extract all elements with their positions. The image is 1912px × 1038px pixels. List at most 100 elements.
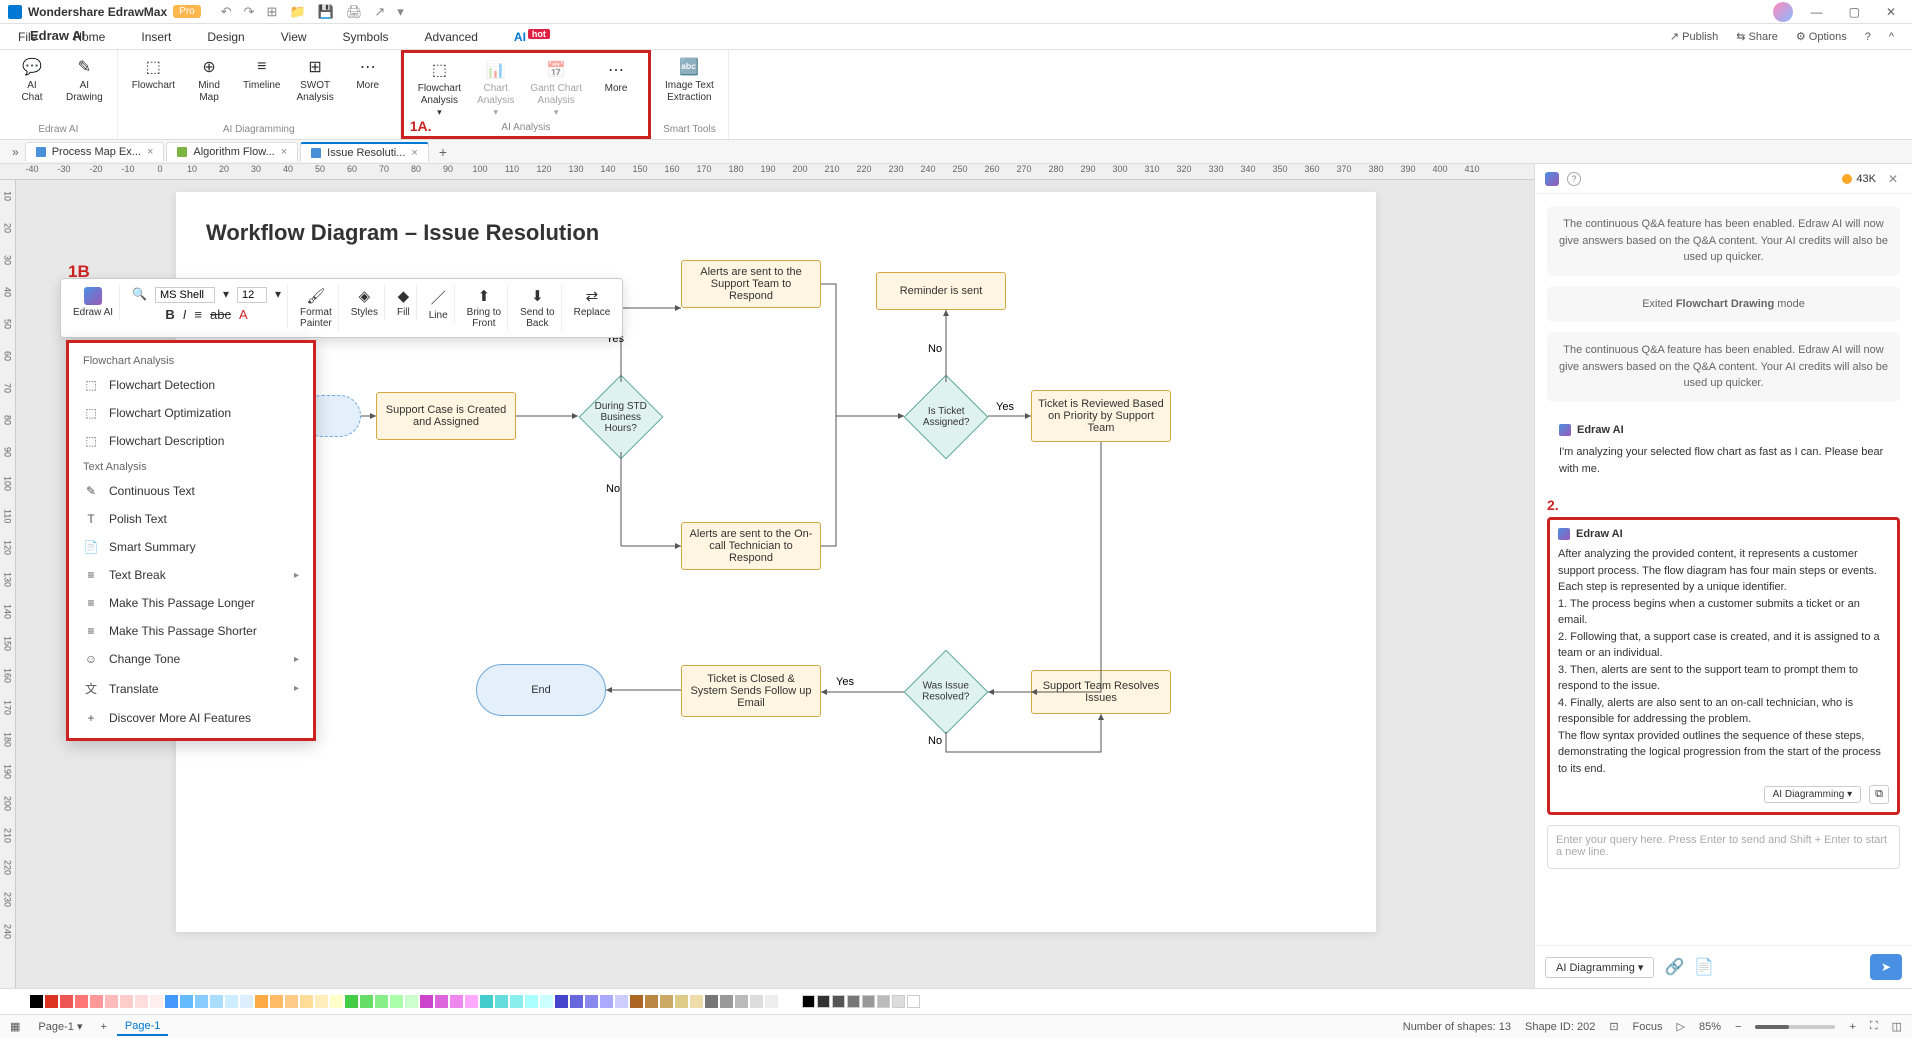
- focus-icon[interactable]: ⊡: [1609, 1020, 1618, 1033]
- color-swatch[interactable]: [480, 995, 493, 1008]
- shape-resolved[interactable]: Was Issue Resolved?: [904, 650, 989, 735]
- present-icon[interactable]: ▷: [1677, 1020, 1685, 1033]
- timeline-button[interactable]: ≡Timeline: [239, 54, 284, 94]
- ai-drawing-button[interactable]: ✎AI Drawing: [62, 54, 107, 106]
- menu-design[interactable]: Design: [207, 30, 244, 44]
- color-swatch[interactable]: [30, 995, 43, 1008]
- color-swatch[interactable]: [540, 995, 553, 1008]
- shape-closed[interactable]: Ticket is Closed & System Sends Follow u…: [681, 665, 821, 717]
- gray-swatch[interactable]: [892, 995, 905, 1008]
- color-swatch[interactable]: [585, 995, 598, 1008]
- close-tab-icon[interactable]: ×: [281, 146, 287, 158]
- color-swatch[interactable]: [465, 995, 478, 1008]
- zoom-slider[interactable]: [1755, 1025, 1835, 1029]
- gray-swatch[interactable]: [847, 995, 860, 1008]
- expand-tabs-icon[interactable]: »: [6, 145, 25, 159]
- color-swatch[interactable]: [60, 995, 73, 1008]
- menu-flowchart-description[interactable]: ⬚Flowchart Description: [69, 427, 313, 455]
- zoom-in-button[interactable]: +: [1849, 1021, 1855, 1033]
- publish-button[interactable]: ↗ Publish: [1670, 30, 1718, 43]
- font-family-input[interactable]: [155, 287, 215, 303]
- shape-end[interactable]: End: [476, 664, 606, 716]
- close-icon[interactable]: ✕: [1878, 3, 1904, 21]
- color-swatch[interactable]: [450, 995, 463, 1008]
- color-swatch[interactable]: [495, 995, 508, 1008]
- color-swatch[interactable]: [615, 995, 628, 1008]
- color-swatch[interactable]: [195, 995, 208, 1008]
- close-tab-icon[interactable]: ×: [411, 147, 417, 159]
- flowchart-analysis-button[interactable]: ⬚Flowchart Analysis▾: [414, 57, 465, 120]
- align-button[interactable]: ≡: [194, 307, 202, 322]
- chat-input[interactable]: Enter your query here. Press Enter to se…: [1547, 825, 1900, 869]
- gray-swatch[interactable]: [817, 995, 830, 1008]
- menu-polish-text[interactable]: TPolish Text: [69, 505, 313, 533]
- color-swatch[interactable]: [120, 995, 133, 1008]
- color-swatch[interactable]: [570, 995, 583, 1008]
- panels-icon[interactable]: ◫: [1892, 1020, 1902, 1033]
- shape-reviewed[interactable]: Ticket is Reviewed Based on Priority by …: [1031, 390, 1171, 442]
- color-swatch[interactable]: [750, 995, 763, 1008]
- color-swatch[interactable]: [225, 995, 238, 1008]
- color-swatch[interactable]: [375, 995, 388, 1008]
- menu-flowchart-detection[interactable]: ⬚Flowchart Detection: [69, 371, 313, 399]
- save-icon[interactable]: 💾: [318, 4, 334, 20]
- font-size-input[interactable]: [237, 287, 267, 303]
- close-tab-icon[interactable]: ×: [147, 146, 153, 158]
- color-swatch[interactable]: [270, 995, 283, 1008]
- open-icon[interactable]: 📁: [289, 4, 305, 20]
- color-swatch[interactable]: [765, 995, 778, 1008]
- menu-symbols[interactable]: Symbols: [343, 30, 389, 44]
- menu-advanced[interactable]: Advanced: [425, 30, 478, 44]
- new-icon[interactable]: ⊞: [267, 4, 278, 20]
- color-swatch[interactable]: [360, 995, 373, 1008]
- color-swatch[interactable]: [285, 995, 298, 1008]
- shape-std-hours[interactable]: During STD Business Hours?: [579, 375, 664, 460]
- gray-swatch[interactable]: [877, 995, 890, 1008]
- bold-button[interactable]: B: [165, 307, 174, 322]
- send-back-button[interactable]: ⬇Send to Back: [514, 285, 561, 331]
- format-painter-button[interactable]: 🖌Format Painter: [294, 285, 339, 331]
- flowchart-button[interactable]: ⬚Flowchart: [128, 54, 179, 94]
- color-swatch[interactable]: [165, 995, 178, 1008]
- tab-algorithm[interactable]: Algorithm Flow...×: [166, 142, 298, 161]
- minimize-icon[interactable]: —: [1803, 3, 1831, 21]
- menu-flowchart-optimization[interactable]: ⬚Flowchart Optimization: [69, 399, 313, 427]
- share-button[interactable]: ⇆ Share: [1736, 30, 1778, 43]
- focus-label[interactable]: Focus: [1633, 1021, 1663, 1033]
- fit-icon[interactable]: ⛶: [1870, 1020, 1878, 1033]
- menu-shorter[interactable]: ≡Make This Passage Shorter: [69, 617, 313, 645]
- color-swatch[interactable]: [660, 995, 673, 1008]
- bring-front-button[interactable]: ⬆Bring to Front: [461, 285, 508, 331]
- color-swatch[interactable]: [150, 995, 163, 1008]
- edraw-ai-button[interactable]: Edraw AI: [67, 285, 120, 320]
- color-swatch[interactable]: [675, 995, 688, 1008]
- color-swatch[interactable]: [330, 995, 343, 1008]
- color-swatch[interactable]: [45, 995, 58, 1008]
- menu-discover-more[interactable]: +Discover More AI Features: [69, 704, 313, 732]
- color-swatch[interactable]: [690, 995, 703, 1008]
- color-swatch[interactable]: [405, 995, 418, 1008]
- shape-alerts-support[interactable]: Alerts are sent to the Support Team to R…: [681, 260, 821, 308]
- color-swatch[interactable]: [135, 995, 148, 1008]
- italic-button[interactable]: I: [183, 307, 187, 322]
- more-diagram-button[interactable]: ⋯More: [346, 54, 390, 94]
- canvas[interactable]: Workflow Diagram – Issue Resolution 1B S…: [16, 180, 1534, 988]
- shape-alerts-oncall[interactable]: Alerts are sent to the On-call Technicia…: [681, 522, 821, 570]
- color-swatch[interactable]: [390, 995, 403, 1008]
- add-page-button[interactable]: +: [100, 1021, 106, 1033]
- help-icon[interactable]: ?: [1567, 172, 1581, 186]
- menu-translate[interactable]: 文Translate▸: [69, 673, 313, 704]
- ai-chat-button[interactable]: 💬AI Chat: [10, 54, 54, 106]
- color-swatch[interactable]: [105, 995, 118, 1008]
- menu-insert[interactable]: Insert: [141, 30, 171, 44]
- shape-reminder[interactable]: Reminder is sent: [876, 272, 1006, 310]
- swot-button[interactable]: ⊞SWOT Analysis: [292, 54, 337, 106]
- tab-process-map[interactable]: Process Map Ex...×: [25, 142, 165, 161]
- fill-button[interactable]: ◆Fill: [391, 285, 417, 320]
- maximize-icon[interactable]: ▢: [1841, 3, 1868, 21]
- menu-ai[interactable]: AIhot: [514, 30, 550, 44]
- doc-icon[interactable]: 📄: [1694, 957, 1714, 977]
- color-swatch[interactable]: [645, 995, 658, 1008]
- chat-mode-dropdown[interactable]: AI Diagramming ▾: [1545, 957, 1654, 978]
- gray-swatch[interactable]: [832, 995, 845, 1008]
